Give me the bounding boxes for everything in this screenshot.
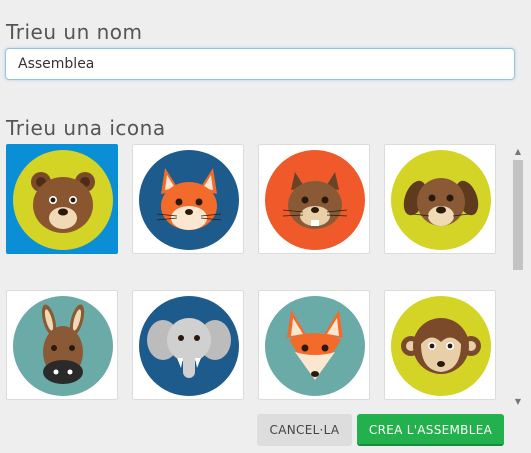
scroll-up-arrow-icon[interactable]: ▲ [513, 148, 523, 156]
fox-icon [265, 296, 365, 396]
dog-icon [391, 150, 491, 250]
icon-option-bear[interactable] [6, 144, 118, 254]
name-heading: Trieu un nom [6, 20, 143, 44]
name-input[interactable] [5, 48, 515, 80]
icon-heading: Trieu una icona [6, 116, 166, 140]
create-assembly-button[interactable]: CREA L'ASSEMBLEA [357, 414, 504, 446]
fox-icon [139, 150, 239, 250]
monkey-icon [391, 296, 491, 396]
scroll-thumb[interactable] [513, 160, 523, 270]
icon-option-dog[interactable] [384, 144, 496, 254]
donkey-icon [13, 296, 113, 396]
squirrel-icon [265, 150, 365, 250]
icon-grid-scrollbar[interactable]: ▲ ▼ [513, 148, 523, 408]
scroll-down-arrow-icon[interactable]: ▼ [513, 398, 523, 406]
icon-option-elephant[interactable] [132, 290, 244, 400]
icon-option-fox[interactable] [132, 144, 244, 254]
icon-option-squirrel[interactable] [258, 144, 370, 254]
cancel-button[interactable]: CANCEL·LA [257, 414, 352, 446]
icon-option-monkey[interactable] [384, 290, 496, 400]
elephant-icon [139, 296, 239, 396]
icon-option-fox-2[interactable] [258, 290, 370, 400]
icon-grid [0, 143, 511, 405]
bear-icon [13, 150, 113, 250]
icon-option-donkey[interactable] [6, 290, 118, 400]
